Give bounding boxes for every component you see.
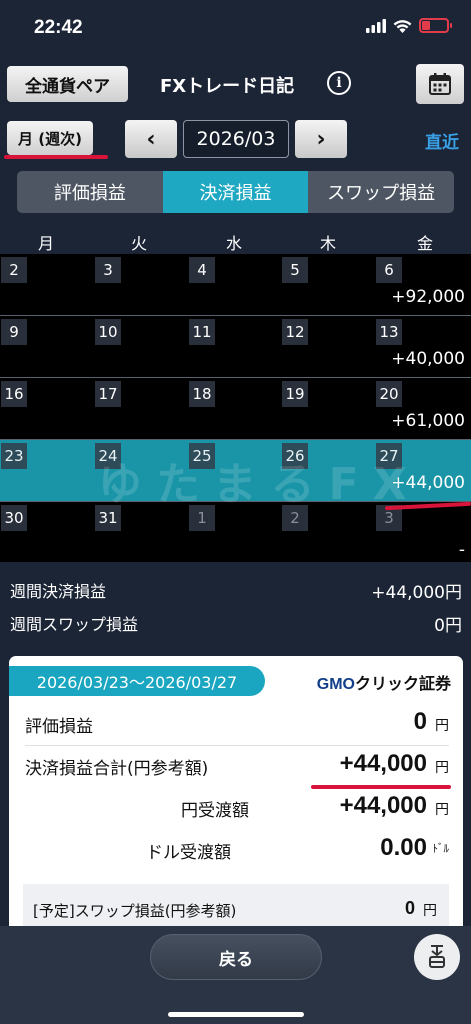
- calendar-button[interactable]: [416, 64, 464, 104]
- day-cell: 12: [282, 319, 308, 345]
- row-label: 円受渡額: [181, 801, 249, 821]
- info-icon[interactable]: i: [327, 71, 351, 95]
- day-cell: 24: [95, 443, 121, 469]
- home-indicator: [168, 1012, 304, 1017]
- week-value: +92,000: [391, 287, 465, 307]
- status-time: 22:42: [34, 17, 83, 38]
- day-cell: 2: [282, 505, 308, 531]
- day-cell: 26: [282, 443, 308, 469]
- weekly-summary: 週間決済損益 +44,000円 週間スワップ損益 0円: [0, 568, 471, 640]
- collapse-icon: [429, 945, 445, 968]
- row-unit: ﾄﾞﾙ: [432, 842, 450, 855]
- weekday-wed: 水: [225, 234, 242, 253]
- scroll-toggle-button[interactable]: [414, 934, 460, 980]
- row-value: +44,000: [339, 750, 427, 777]
- day-cell: 3: [95, 257, 121, 283]
- calendar-grid: 2 3 4 5 6 +92,000 9 10 11 12 13 +40,000 …: [0, 254, 471, 562]
- day-cell: 10: [95, 319, 121, 345]
- day-cell: 30: [1, 505, 27, 531]
- battery-icon: [419, 18, 452, 33]
- back-button[interactable]: 戻る: [150, 934, 322, 980]
- pl-type-tabs: 評価損益 決済損益 スワップ損益: [17, 171, 454, 213]
- week-value: +61,000: [391, 411, 465, 431]
- annotation-underline: [4, 155, 108, 159]
- week-value: +40,000: [391, 349, 465, 369]
- row-realized-total: 決済損益合計(円参考額) +44,000 円: [25, 746, 449, 788]
- row-unit: 円: [423, 903, 437, 919]
- month-display[interactable]: 2026/03: [183, 120, 289, 158]
- day-cell: 27: [376, 443, 402, 469]
- wifi-icon: [393, 19, 412, 33]
- day-cell: 20: [376, 381, 402, 407]
- day-cell: 25: [189, 443, 215, 469]
- row-unit: 円: [435, 718, 449, 734]
- top-nav: 全通貨ペア FXトレード日記 i: [0, 62, 471, 106]
- row-label: [予定]スワップ損益(円参考額): [33, 902, 237, 920]
- summary-realized-label: 週間決済損益: [10, 582, 107, 601]
- weekday-thu: 木: [319, 234, 336, 253]
- day-cell: 5: [282, 257, 308, 283]
- week-value: -: [458, 540, 465, 560]
- tab-realized[interactable]: 決済損益: [162, 171, 309, 213]
- row-unrealized: 評価損益 0 円: [25, 704, 449, 746]
- row-label: 決済損益合計(円参考額): [25, 759, 209, 779]
- tab-unrealized[interactable]: 評価損益: [17, 171, 163, 213]
- summary-swap-value: 0円: [434, 616, 462, 636]
- row-scheduled-swap: [予定]スワップ損益(円参考額) 0 円: [23, 884, 449, 926]
- week-row-selected[interactable]: 23 24 25 26 27 +44,000: [0, 440, 471, 502]
- day-cell: 13: [376, 319, 402, 345]
- row-label: 評価損益: [25, 717, 93, 737]
- day-cell: 19: [282, 381, 308, 407]
- day-cell: 6: [376, 257, 402, 283]
- prev-month-button[interactable]: ‹: [125, 120, 177, 158]
- gmo-click-logo: GMOクリック証券: [316, 676, 451, 693]
- day-cell: 9: [1, 319, 27, 345]
- row-value: 0: [413, 708, 427, 735]
- weekly-detail-card: 2026/03/23～2026/03/27 GMOクリック証券 評価損益 0 円…: [9, 656, 463, 926]
- period-mode-button[interactable]: 月 (週次): [7, 121, 93, 155]
- day-cell: 18: [189, 381, 215, 407]
- signal-icon: [366, 18, 386, 33]
- tab-swap[interactable]: スワップ損益: [308, 171, 454, 213]
- status-icons: [366, 18, 452, 33]
- row-value: 0: [404, 898, 415, 918]
- weekday-fri: 金: [416, 234, 433, 253]
- calendar-icon: [429, 73, 451, 95]
- annotation-underline: [311, 785, 451, 789]
- week-row[interactable]: 16 17 18 19 20 +61,000: [0, 378, 471, 440]
- date-range-label: 2026/03/23～2026/03/27: [9, 666, 265, 696]
- day-cell: 17: [95, 381, 121, 407]
- weekday-tue: 火: [130, 234, 147, 253]
- day-cell: 11: [189, 319, 215, 345]
- next-month-button[interactable]: ›: [295, 120, 347, 158]
- period-nav: 月 (週次) ‹ 2026/03 › 直近: [0, 118, 471, 162]
- day-cell: 2: [1, 257, 27, 283]
- summary-swap-label: 週間スワップ損益: [10, 615, 139, 634]
- day-cell: 23: [1, 443, 27, 469]
- week-row[interactable]: 2 3 4 5 6 +92,000: [0, 254, 471, 316]
- row-label: ドル受渡額: [146, 843, 231, 863]
- day-cell: 1: [189, 505, 215, 531]
- currency-pair-button[interactable]: 全通貨ペア: [7, 66, 128, 102]
- status-bar: 22:42: [0, 0, 471, 56]
- week-row[interactable]: 9 10 11 12 13 +40,000: [0, 316, 471, 378]
- row-usd-delivery: ドル受渡額 0.00 ﾄﾞﾙ: [25, 830, 449, 872]
- summary-realized-value: +44,000円: [371, 583, 462, 603]
- latest-link[interactable]: 直近: [425, 128, 459, 153]
- row-jpy-delivery: 円受渡額 +44,000 円: [25, 788, 449, 830]
- day-cell: 31: [95, 505, 121, 531]
- weekday-mon: 月: [37, 234, 54, 253]
- page-title: FXトレード日記: [160, 76, 295, 97]
- day-cell: 4: [189, 257, 215, 283]
- bottom-bar: 戻る: [0, 926, 471, 1024]
- week-row[interactable]: 30 31 1 2 3 -: [0, 502, 471, 564]
- week-value: +44,000: [391, 473, 465, 493]
- day-cell: 16: [1, 381, 27, 407]
- row-value: 0.00: [380, 834, 427, 861]
- weekday-header: 月 火 水 木 金: [0, 226, 471, 254]
- row-unit: 円: [435, 802, 449, 818]
- row-value: +44,000: [339, 792, 427, 819]
- row-unit: 円: [435, 760, 449, 776]
